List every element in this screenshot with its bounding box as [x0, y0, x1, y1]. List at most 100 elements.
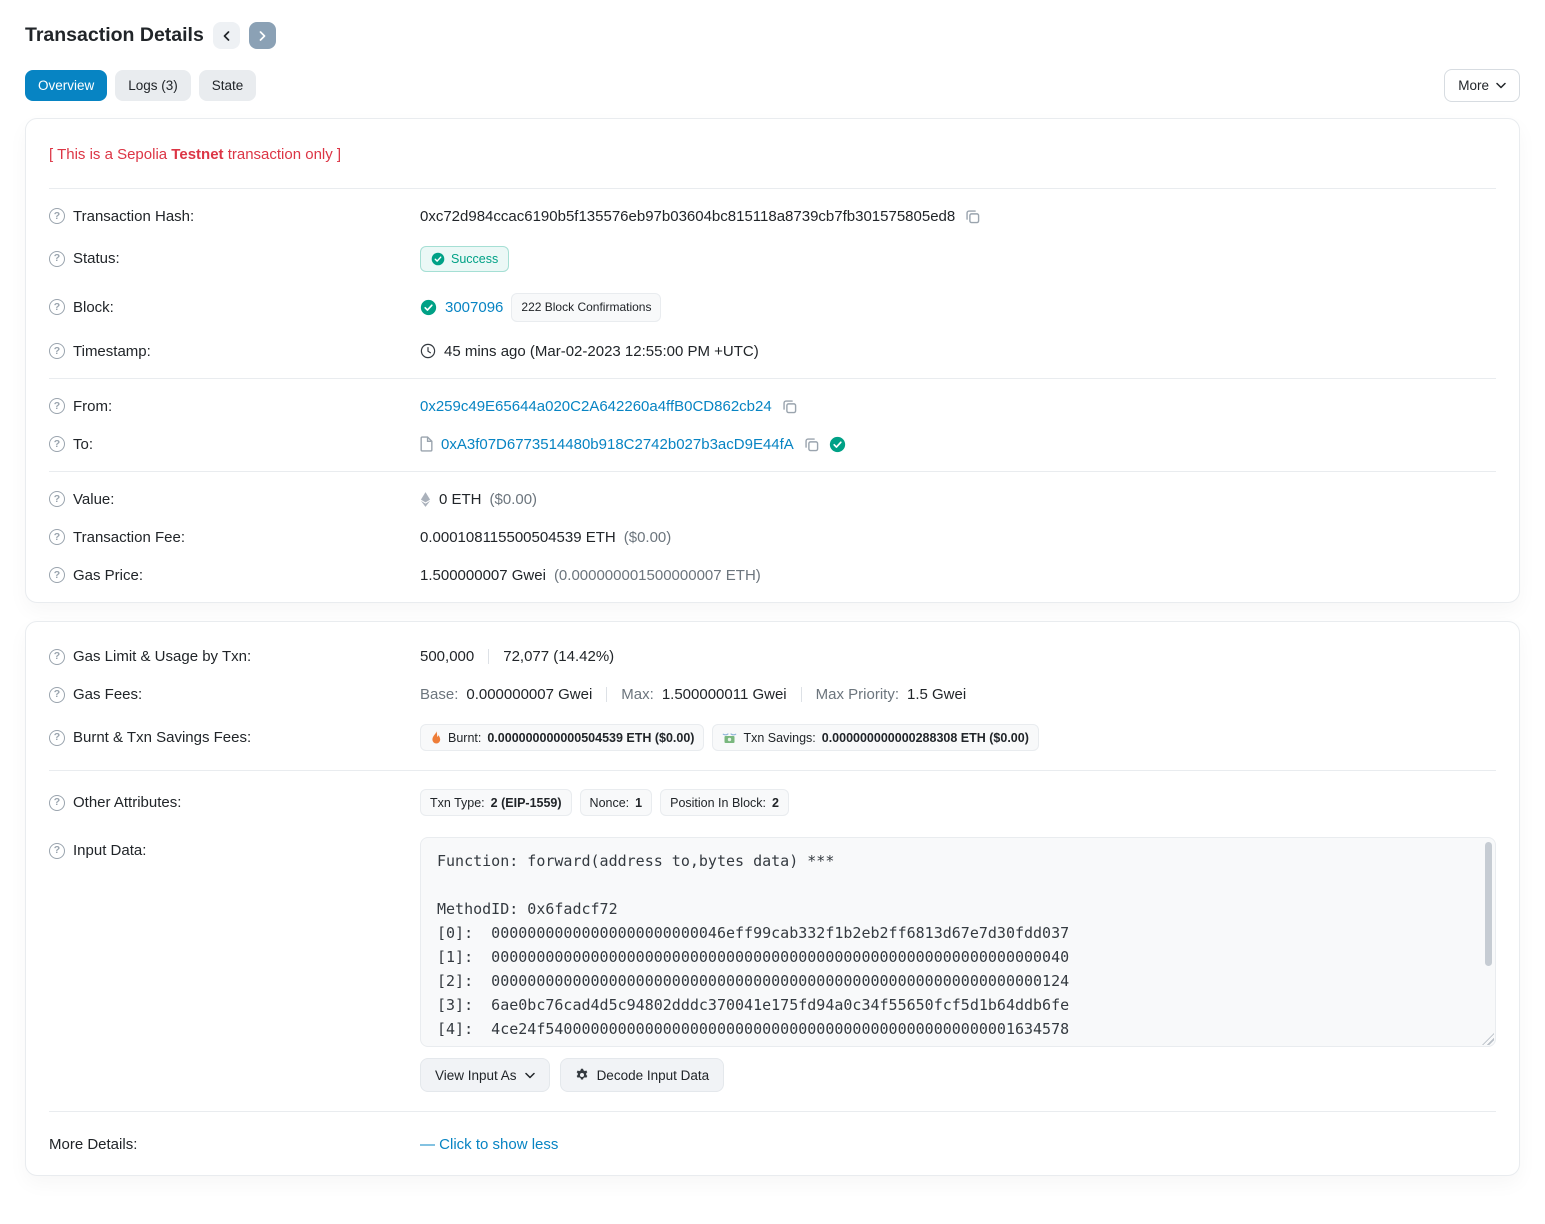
txn-savings-value: 0.000000000000288308 ETH ($0.00) — [822, 731, 1029, 745]
timestamp-value: 45 mins ago (Mar-02-2023 12:55:00 PM +UT… — [444, 343, 759, 360]
label-text: Input Data: — [73, 842, 146, 859]
gas-fees-row: ? Gas Fees: Base: 0.000000007 Gwei Max: … — [49, 676, 1496, 714]
label-text: Gas Fees: — [73, 686, 142, 703]
next-transaction-button[interactable] — [249, 22, 276, 49]
txn-savings-label-text: Txn Savings: — [743, 731, 815, 745]
value-amount: 0 ETH — [439, 491, 482, 508]
burnt-label-text: Burnt: — [448, 731, 481, 745]
more-details-label: More Details: — [49, 1136, 420, 1153]
gas-limit-row: ? Gas Limit & Usage by Txn: 500,000 72,0… — [49, 630, 1496, 676]
more-button[interactable]: More — [1444, 69, 1520, 102]
divider — [49, 378, 1496, 379]
previous-transaction-button[interactable] — [213, 22, 240, 49]
gas-usage-value: 72,077 (14.42%) — [503, 648, 614, 665]
tab-state[interactable]: State — [199, 70, 257, 101]
money-wings-icon — [722, 732, 737, 744]
to-address-link[interactable]: 0xA3f07D6773514480b918C2742b027b3acD9E44… — [441, 436, 794, 453]
burnt-fees-label: ? Burnt & Txn Savings Fees: — [49, 729, 420, 746]
block-confirmations-badge: 222 Block Confirmations — [511, 293, 661, 322]
value-usd: ($0.00) — [490, 491, 538, 508]
max-priority-fee-label: Max Priority: — [816, 686, 899, 703]
tab-overview[interactable]: Overview — [25, 70, 107, 101]
help-icon: ? — [49, 251, 65, 267]
view-input-as-button[interactable]: View Input As — [420, 1058, 550, 1092]
page-header: Transaction Details — [25, 12, 1520, 69]
help-icon: ? — [49, 567, 65, 583]
banner-text-pre: [ This is a Sepolia — [49, 146, 171, 163]
max-priority-fee-value: 1.5 Gwei — [907, 686, 966, 703]
burnt-value: 0.000000000000504539 ETH ($0.00) — [487, 731, 694, 745]
nonce-label: Nonce: — [590, 796, 630, 810]
more-details-row: More Details: — Click to show less — [49, 1120, 1496, 1167]
transaction-fee-row: ? Transaction Fee: 0.000108115500504539 … — [49, 518, 1496, 556]
value-label: ? Value: — [49, 491, 420, 508]
status-badge-label: Success — [451, 252, 498, 266]
label-text: Transaction Hash: — [73, 208, 194, 225]
label-text: Gas Limit & Usage by Txn: — [73, 648, 251, 665]
banner-text-post: transaction only ] — [224, 146, 342, 163]
show-less-link[interactable]: — Click to show less — [420, 1136, 558, 1153]
gas-fees-label: ? Gas Fees: — [49, 686, 420, 703]
label-text: To: — [73, 436, 93, 453]
position-in-block-label: Position In Block: — [670, 796, 766, 810]
view-input-as-label: View Input As — [435, 1068, 517, 1083]
gas-limit-label: ? Gas Limit & Usage by Txn: — [49, 648, 420, 665]
from-address-link[interactable]: 0x259c49E65644a020C2A642260a4ffB0CD862cb… — [420, 398, 772, 415]
separator — [606, 687, 607, 702]
page-title: Transaction Details — [25, 24, 204, 47]
input-data-box[interactable]: Function: forward(address to,bytes data)… — [420, 837, 1496, 1047]
status-label: ? Status: — [49, 250, 420, 267]
testnet-banner: [ This is a Sepolia Testnet transaction … — [49, 127, 1496, 180]
txn-type-badge: Txn Type: 2 (EIP-1559) — [420, 789, 572, 816]
copy-icon — [965, 209, 980, 224]
tabs-row: Overview Logs (3) State More — [25, 69, 1520, 102]
timestamp-row: ? Timestamp: 45 mins ago (Mar-02-2023 12… — [49, 332, 1496, 370]
gas-price-amount: 1.500000007 Gwei — [420, 567, 546, 584]
contract-file-icon — [420, 436, 433, 452]
status-badge: Success — [420, 246, 509, 272]
decode-input-data-button[interactable]: Decode Input Data — [560, 1058, 725, 1092]
label-text: Burnt & Txn Savings Fees: — [73, 729, 251, 746]
label-text: Gas Price: — [73, 567, 143, 584]
gas-price-label: ? Gas Price: — [49, 567, 420, 584]
copy-from-address-button[interactable] — [780, 399, 799, 414]
position-in-block-badge: Position In Block: 2 — [660, 789, 789, 816]
check-circle-icon — [420, 299, 437, 316]
help-icon: ? — [49, 795, 65, 811]
copy-icon — [782, 399, 797, 414]
gas-limit-value: 500,000 — [420, 648, 474, 665]
help-icon: ? — [49, 529, 65, 545]
block-link[interactable]: 3007096 — [445, 299, 503, 316]
copy-transaction-hash-button[interactable] — [963, 209, 982, 224]
nonce-value: 1 — [635, 796, 642, 810]
eth-icon — [420, 491, 431, 508]
other-attributes-label: ? Other Attributes: — [49, 794, 420, 811]
txn-type-value: 2 (EIP-1559) — [491, 796, 562, 810]
transaction-fee-usd: ($0.00) — [624, 529, 672, 546]
divider — [49, 188, 1496, 189]
label-text: Timestamp: — [73, 343, 151, 360]
label-text: More Details: — [49, 1136, 137, 1153]
input-data-label: ? Input Data: — [49, 837, 420, 859]
block-label: ? Block: — [49, 299, 420, 316]
help-icon: ? — [49, 649, 65, 665]
transaction-details-page: Transaction Details Overview Logs (3) St… — [0, 0, 1545, 1218]
transaction-hash-row: ? Transaction Hash: 0xc72d984ccac6190b5f… — [49, 197, 1496, 235]
txn-type-label: Txn Type: — [430, 796, 485, 810]
status-row: ? Status: Success — [49, 235, 1496, 282]
to-label: ? To: — [49, 436, 420, 453]
details-card: ? Gas Limit & Usage by Txn: 500,000 72,0… — [25, 621, 1520, 1176]
burnt-badge: Burnt: 0.000000000000504539 ETH ($0.00) — [420, 724, 704, 751]
value-row: ? Value: 0 ETH ($0.00) — [49, 480, 1496, 518]
tab-logs[interactable]: Logs (3) — [115, 70, 191, 101]
copy-to-address-button[interactable] — [802, 437, 821, 452]
max-fee-label: Max: — [621, 686, 654, 703]
decode-icon — [575, 1068, 589, 1082]
overview-card: [ This is a Sepolia Testnet transaction … — [25, 118, 1520, 603]
help-icon: ? — [49, 343, 65, 359]
label-text: Other Attributes: — [73, 794, 181, 811]
input-data-scrollbar[interactable] — [1485, 842, 1492, 966]
txn-savings-badge: Txn Savings: 0.000000000000288308 ETH ($… — [712, 724, 1038, 751]
input-data-text: Function: forward(address to,bytes data)… — [421, 838, 1495, 1047]
nonce-badge: Nonce: 1 — [580, 789, 653, 816]
